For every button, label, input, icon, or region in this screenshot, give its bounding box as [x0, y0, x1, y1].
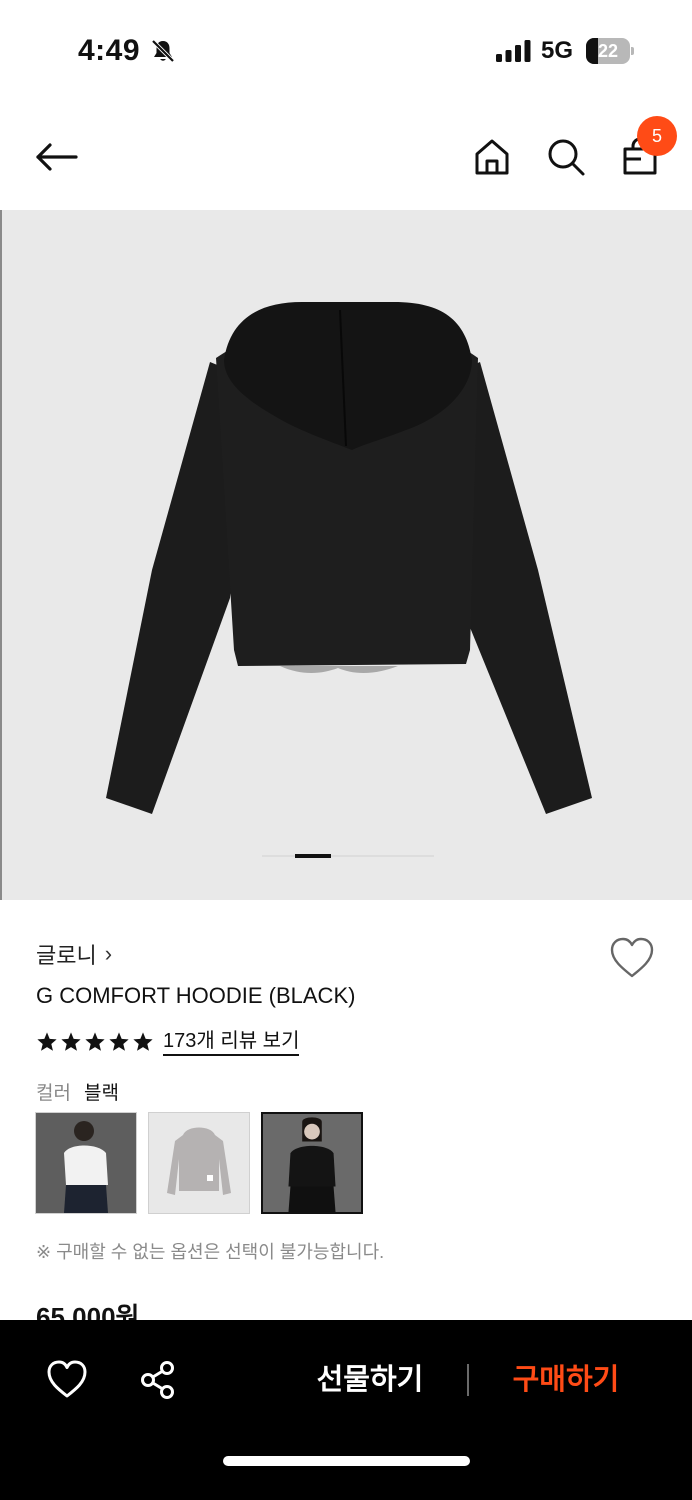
swatch-gray-image — [149, 1113, 249, 1213]
color-row: 컬러 블랙 — [36, 1078, 119, 1105]
battery-icon: 22 — [586, 38, 634, 64]
swatch-white-image — [36, 1113, 136, 1213]
star-icon — [133, 1032, 153, 1051]
share-button[interactable] — [136, 1358, 180, 1402]
swatch-black-image — [263, 1114, 361, 1212]
color-value: 블랙 — [83, 1083, 119, 1104]
bottom-action-bar: 선물하기 구매하기 — [0, 1320, 692, 1500]
nav-bar — [0, 100, 692, 210]
gift-button[interactable]: 선물하기 — [300, 1358, 440, 1402]
star-rating — [36, 1031, 154, 1053]
heart-outline-icon — [47, 1360, 87, 1398]
star-icon — [37, 1032, 57, 1051]
battery-level: 22 — [597, 41, 619, 61]
wishlist-button[interactable] — [608, 936, 656, 980]
product-name: G COMFORT HOODIE (BLACK) — [36, 983, 356, 1008]
arrow-left-icon — [36, 143, 78, 171]
color-label: 컬러 — [36, 1083, 71, 1104]
status-time: 4:49 — [78, 34, 141, 67]
status-bar: 4:49 5G 22 — [0, 0, 692, 100]
bell-off-icon — [151, 39, 175, 63]
home-button[interactable] — [468, 133, 516, 181]
option-notice: ※ 구매할 수 없는 옵션은 선택이 불가능합니다. — [36, 1242, 385, 1262]
star-icon — [61, 1032, 81, 1051]
back-button[interactable] — [32, 133, 80, 181]
cart-count-badge: 5 — [637, 116, 677, 156]
color-swatch-gray[interactable] — [148, 1112, 250, 1214]
signal-icon — [496, 40, 531, 62]
color-swatch-white[interactable] — [35, 1112, 137, 1214]
review-link[interactable]: 173개 리뷰 보기 — [163, 1028, 300, 1056]
home-icon — [475, 139, 509, 175]
color-swatch-black[interactable] — [261, 1112, 363, 1214]
buy-button[interactable]: 구매하기 — [496, 1358, 636, 1402]
carousel-pager-indicator — [295, 854, 331, 858]
bottom-wishlist-button[interactable] — [44, 1358, 90, 1402]
star-icon — [85, 1032, 105, 1051]
search-button[interactable] — [542, 133, 590, 181]
brand-link[interactable]: 글로니 › — [36, 938, 112, 970]
chevron-right-icon: › — [104, 941, 113, 966]
hoodie-product-image — [106, 302, 592, 814]
search-icon — [548, 139, 585, 176]
rating-row: 173개 리뷰 보기 — [36, 1028, 300, 1056]
network-type: 5G — [541, 37, 574, 64]
product-image-carousel[interactable] — [0, 210, 692, 900]
home-indicator[interactable] — [223, 1456, 470, 1466]
carousel-pager-track — [262, 855, 434, 857]
bottom-bar-divider — [467, 1364, 469, 1396]
heart-outline-icon — [610, 937, 654, 978]
brand-name: 글로니 — [36, 943, 97, 968]
share-icon — [141, 1361, 174, 1399]
star-icon — [109, 1032, 129, 1051]
